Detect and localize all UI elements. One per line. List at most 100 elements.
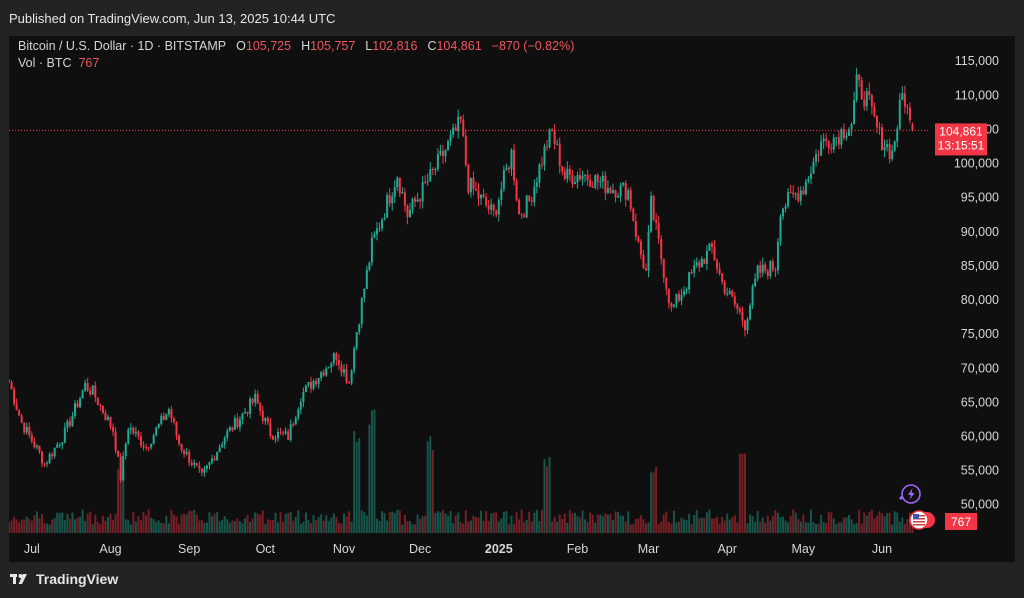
candle-body xyxy=(911,124,914,131)
candle-body xyxy=(906,106,909,108)
candle-body xyxy=(89,390,92,395)
candle-body xyxy=(429,169,432,182)
volume-bar xyxy=(563,513,566,533)
volume-bar xyxy=(746,523,749,533)
candle-body xyxy=(358,324,361,333)
volume-bar xyxy=(741,453,744,533)
volume-bar xyxy=(322,520,325,533)
x-axis: Jul Aug Sep Oct Nov Dec 2025 Feb Mar Apr May Jun xyxy=(24,542,892,556)
candle-body xyxy=(9,379,10,383)
volume-bar xyxy=(652,471,655,533)
volume-bar xyxy=(617,511,620,533)
candle-body xyxy=(756,265,759,279)
candle-body xyxy=(249,398,252,414)
candle-body xyxy=(662,258,665,278)
last-price-value: 104,861 xyxy=(939,124,983,138)
candle-body xyxy=(789,191,792,193)
candle-body xyxy=(132,427,135,434)
volume-bar xyxy=(738,453,741,533)
volume-bar xyxy=(644,523,647,533)
volume-bar xyxy=(863,512,866,533)
volume-bar xyxy=(223,516,226,533)
candle-body xyxy=(170,409,173,419)
candle-body xyxy=(71,415,74,426)
volume-bar xyxy=(782,516,785,533)
candle-body xyxy=(779,216,782,242)
candle-body xyxy=(812,161,815,174)
candle-body xyxy=(112,426,115,432)
candle-body xyxy=(751,286,754,306)
volume-bar xyxy=(370,410,373,533)
candle-body xyxy=(898,99,901,129)
candle-body xyxy=(256,393,259,404)
candle-body xyxy=(84,382,87,391)
candle-body xyxy=(718,268,721,274)
volume-bar xyxy=(160,522,163,533)
volume-bar xyxy=(848,514,851,533)
volume-bar xyxy=(205,522,208,533)
candle-body xyxy=(233,418,236,431)
price-chart[interactable]: 50,000 55,000 60,000 65,000 70,000 75,000 80,0… xyxy=(9,36,1015,562)
candle-body xyxy=(604,175,607,193)
candle-body xyxy=(414,198,417,202)
tradingview-logo[interactable]: TradingView xyxy=(10,571,118,587)
volume-bar xyxy=(327,521,330,533)
volume-bar xyxy=(667,521,670,533)
volume-bar xyxy=(365,515,368,533)
candle-body xyxy=(523,214,526,218)
candle-body xyxy=(190,462,193,465)
volume-bar xyxy=(764,522,767,533)
candle-body xyxy=(761,264,764,273)
candle-body xyxy=(315,381,318,385)
volume-bar xyxy=(591,514,594,533)
symbol-label: Bitcoin / U.S. Dollar · 1D · BITSTAMP xyxy=(18,39,227,53)
candle-body xyxy=(373,234,376,238)
volume-bar xyxy=(624,521,627,533)
candle-body xyxy=(211,458,214,463)
candle-body xyxy=(510,149,513,170)
candle-body xyxy=(500,189,503,200)
candle-body xyxy=(726,293,729,295)
volume-bar xyxy=(317,517,320,533)
candle-body xyxy=(15,403,18,410)
candle-body xyxy=(287,431,290,440)
candle-body xyxy=(784,206,787,209)
lightning-icon[interactable] xyxy=(899,484,921,504)
candle-body xyxy=(830,148,833,150)
candle-body xyxy=(863,99,866,107)
candle-body xyxy=(693,265,696,273)
candle-body xyxy=(825,138,828,142)
volume-bar xyxy=(627,511,630,533)
candle-body xyxy=(563,171,566,179)
candle-body xyxy=(96,397,99,406)
volume-bar xyxy=(266,519,269,533)
candle-body xyxy=(624,182,627,200)
volume-bar xyxy=(490,513,493,533)
us-flag-icon[interactable] xyxy=(909,510,935,530)
candle-body xyxy=(842,129,845,139)
volume-bar xyxy=(434,513,437,533)
volume-bar xyxy=(883,516,886,533)
candle-body xyxy=(205,465,208,469)
x-tick-label: Jun xyxy=(872,542,892,556)
candle-body xyxy=(198,465,201,469)
candle-body xyxy=(213,458,216,461)
candle-body xyxy=(294,417,297,425)
volume-bar xyxy=(794,512,797,533)
candle-body xyxy=(348,382,351,384)
volume-bar xyxy=(200,520,203,533)
candle-body xyxy=(322,372,325,376)
volume-bar xyxy=(705,512,708,533)
candle-body xyxy=(901,93,904,100)
y-tick-label: 115,000 xyxy=(955,54,999,68)
candle-body xyxy=(553,130,556,144)
candle-body xyxy=(424,181,427,183)
volume-bar xyxy=(830,512,833,533)
volume-bar xyxy=(254,512,257,533)
volume-bar xyxy=(264,524,267,533)
volume-bar xyxy=(901,517,904,533)
volume-bar xyxy=(599,514,602,533)
candle-body xyxy=(474,189,477,191)
volume-bar xyxy=(573,512,576,533)
volume-bar xyxy=(284,513,287,533)
